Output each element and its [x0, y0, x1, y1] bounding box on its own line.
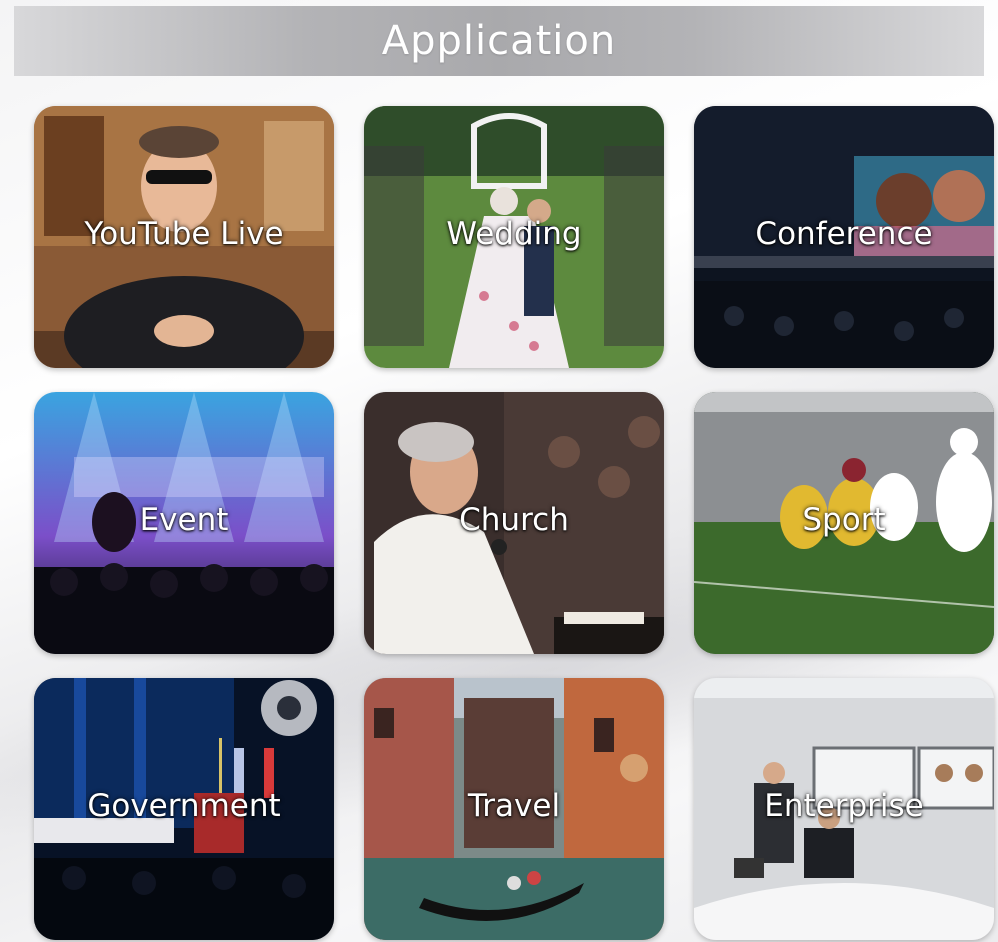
tile-label: Enterprise — [764, 788, 924, 825]
tile-travel[interactable]: Travel — [364, 678, 664, 940]
tile-conference[interactable]: Conference — [694, 106, 994, 368]
tile-label: Sport — [802, 502, 886, 539]
tile-label: Event — [139, 502, 229, 539]
tile-wedding[interactable]: Wedding — [364, 106, 664, 368]
tile-label: Conference — [755, 216, 933, 253]
tile-government[interactable]: Government — [34, 678, 334, 940]
tile-label: Wedding — [446, 216, 582, 253]
tile-sport[interactable]: Sport — [694, 392, 994, 654]
tile-label: Travel — [467, 788, 561, 825]
tile-youtube-live[interactable]: YouTube Live — [34, 106, 334, 368]
tile-label: Government — [87, 788, 281, 825]
tile-enterprise[interactable]: Enterprise — [694, 678, 994, 940]
tile-label: Church — [459, 502, 569, 539]
section-header: Application — [14, 6, 984, 76]
tile-church[interactable]: Church — [364, 392, 664, 654]
tile-event[interactable]: Event — [34, 392, 334, 654]
page-title: Application — [381, 18, 617, 64]
application-grid: YouTube Live Wedding Conference Event Ch… — [34, 106, 994, 940]
tile-label: YouTube Live — [84, 216, 284, 253]
